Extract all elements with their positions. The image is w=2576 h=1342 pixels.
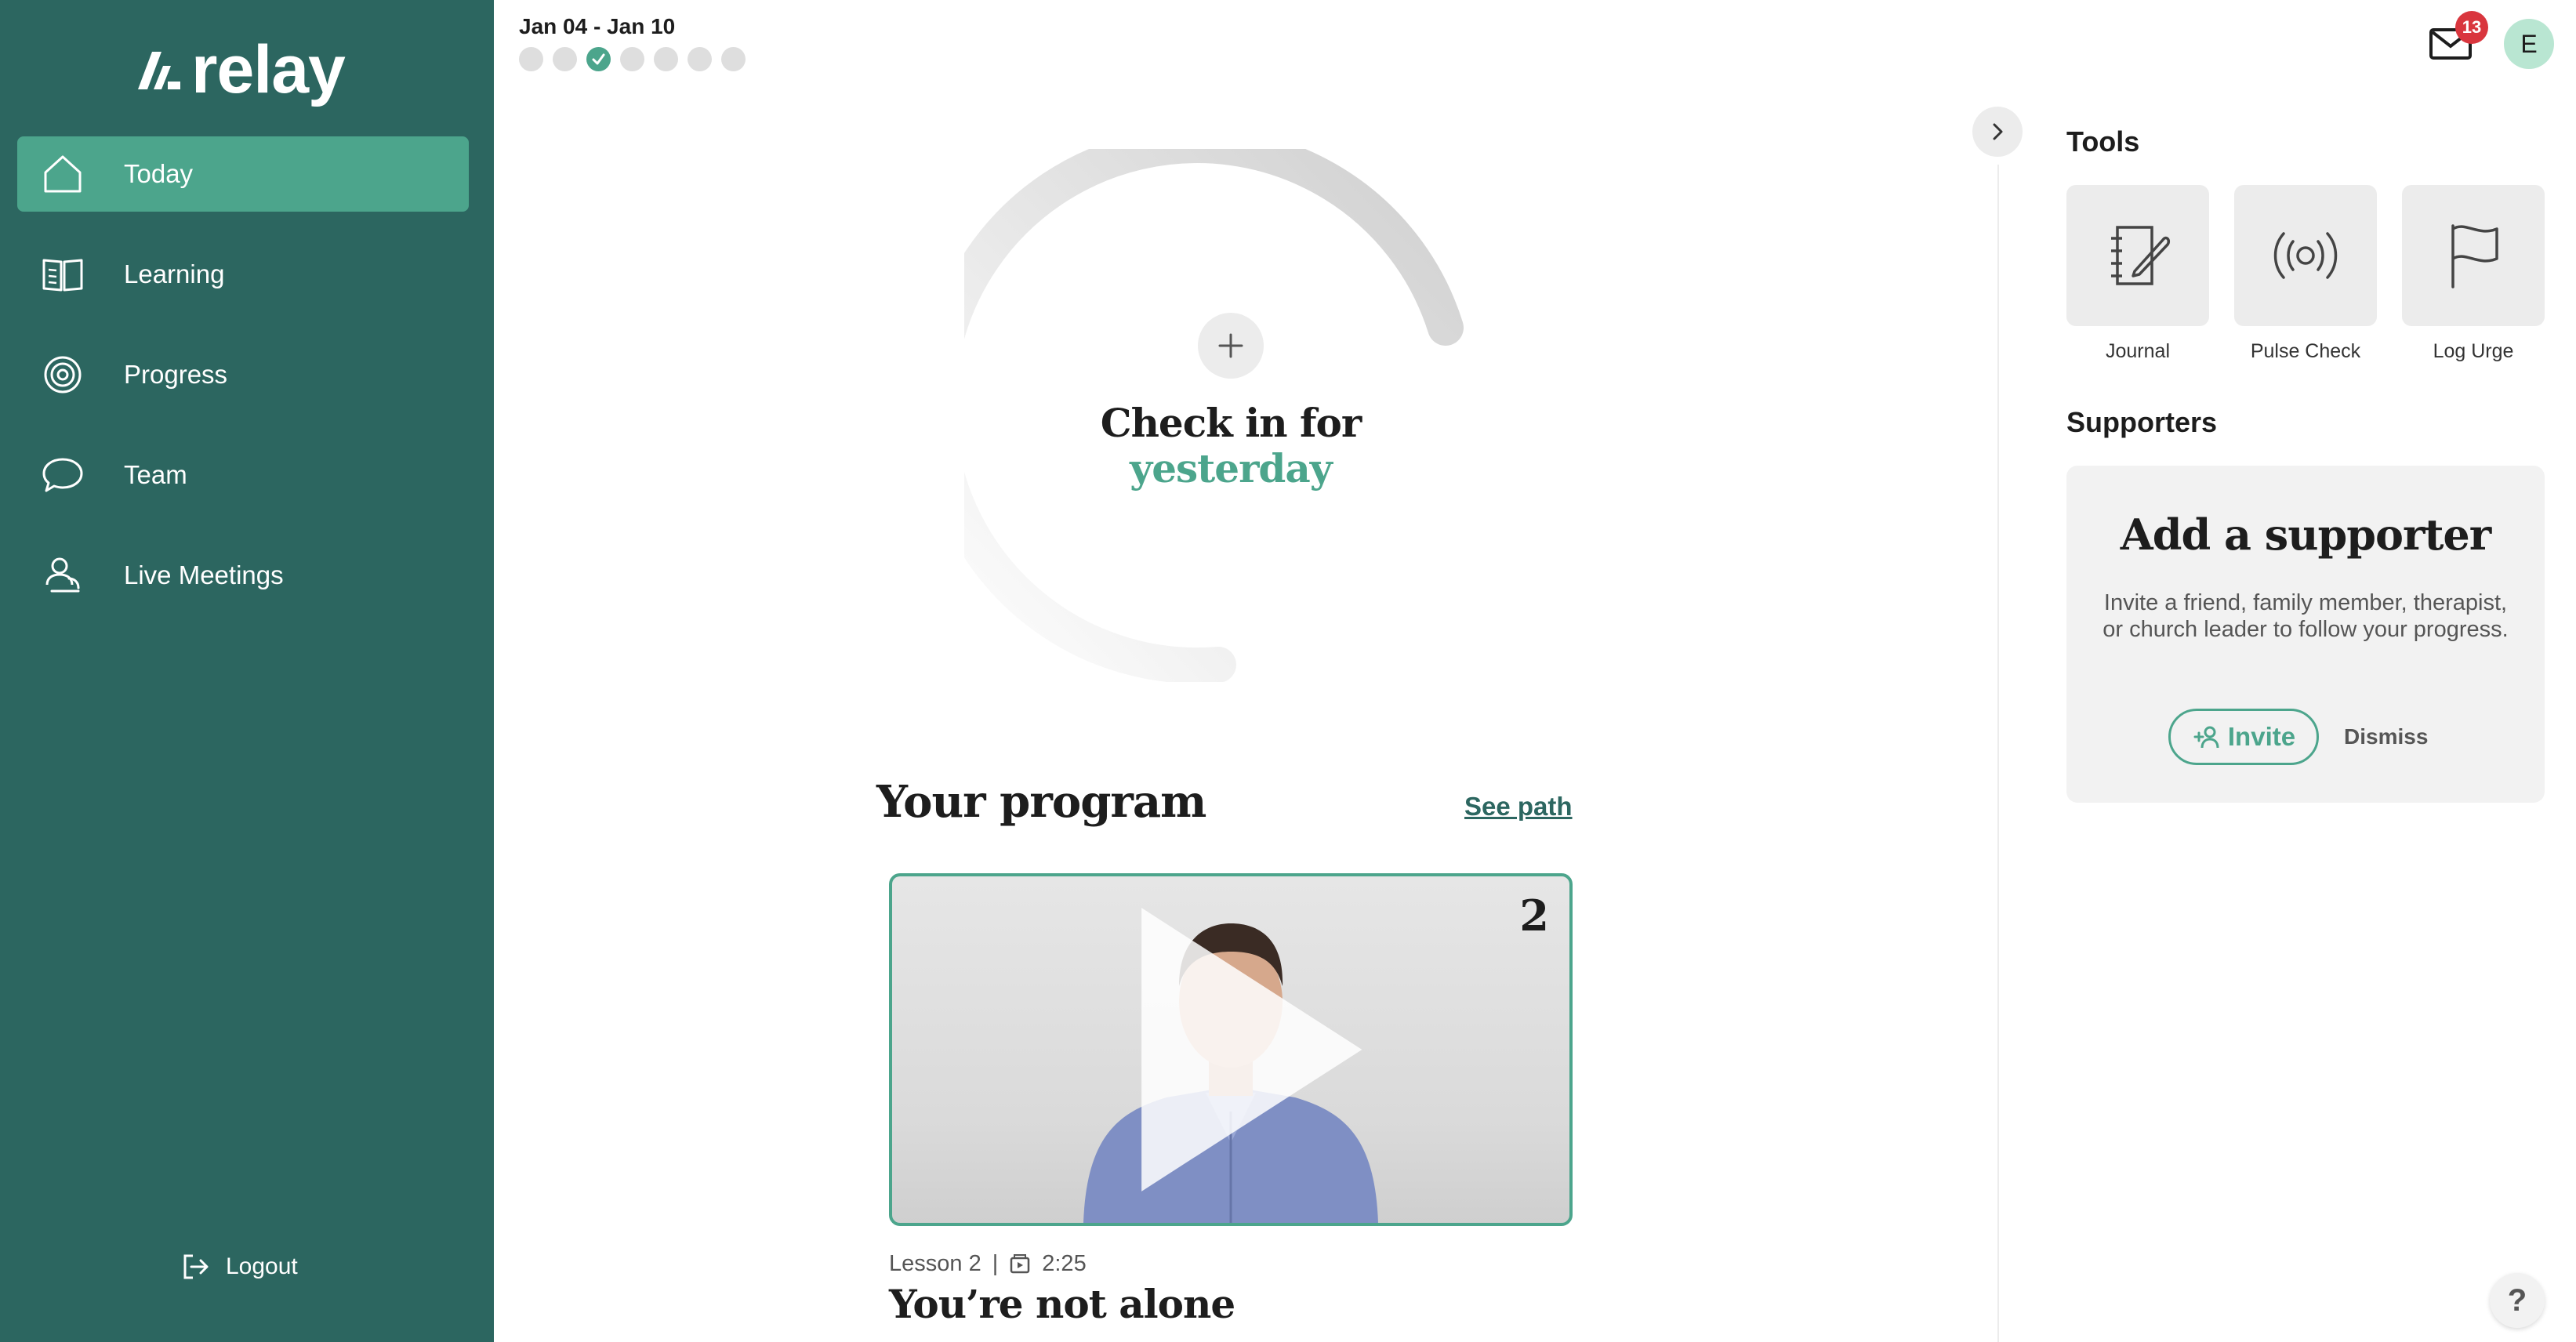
add-user-icon bbox=[2193, 726, 2219, 749]
tool-label: Journal bbox=[2106, 340, 2170, 362]
tool-log-urge[interactable]: Log Urge bbox=[2402, 185, 2545, 363]
tool-pulse-check[interactable]: Pulse Check bbox=[2234, 185, 2377, 363]
lesson-label: Lesson 2 bbox=[889, 1251, 981, 1276]
sidebar-item-today[interactable]: Today bbox=[17, 136, 469, 212]
tools-title: Tools bbox=[2066, 125, 2140, 158]
invite-label: Invite bbox=[2227, 722, 2296, 751]
chat-bubble-icon bbox=[41, 453, 85, 497]
chevron-right-icon bbox=[1993, 123, 2003, 140]
video-icon bbox=[1010, 1253, 1030, 1273]
week-day-dot[interactable] bbox=[620, 47, 644, 71]
week-day-dot[interactable] bbox=[553, 47, 577, 71]
supporters-title: Supporters bbox=[2066, 406, 2218, 438]
lesson-title[interactable]: You’re not alone bbox=[889, 1281, 1235, 1327]
dismiss-button[interactable]: Dismiss bbox=[2344, 724, 2428, 749]
sidebar-item-label: Team bbox=[124, 460, 187, 489]
logout-icon bbox=[183, 1254, 209, 1279]
program-title: Your program bbox=[876, 776, 1206, 828]
sidebar-item-team[interactable]: Team bbox=[17, 437, 469, 513]
see-path-link[interactable]: See path bbox=[1464, 792, 1573, 822]
logout-button[interactable]: Logout bbox=[180, 1251, 298, 1282]
home-icon bbox=[41, 152, 85, 196]
flag-icon bbox=[2451, 224, 2498, 288]
collapse-panel-button[interactable] bbox=[1972, 107, 2023, 157]
logo-text: relay bbox=[191, 32, 346, 107]
relay-logo-mark-icon bbox=[138, 52, 180, 89]
plus-icon bbox=[1218, 333, 1243, 358]
tool-label: Pulse Check bbox=[2250, 340, 2361, 362]
sidebar-item-label: Learning bbox=[124, 259, 225, 288]
panel-divider bbox=[1997, 165, 1999, 1342]
play-icon[interactable] bbox=[892, 876, 1569, 1223]
sidebar-item-label: Live Meetings bbox=[124, 560, 284, 589]
add-supporter-description: Invite a friend, family member, therapis… bbox=[2103, 590, 2509, 642]
sidebar: relay Today Learning Progress Team Live … bbox=[0, 0, 494, 1342]
relay-logo[interactable]: relay bbox=[135, 34, 362, 105]
add-supporter-card: Add a supporter Invite a friend, family … bbox=[2066, 466, 2545, 803]
invite-button[interactable]: Invite bbox=[2168, 709, 2319, 765]
lesson-video-card[interactable]: 2 bbox=[889, 873, 1573, 1226]
add-supporter-title: Add a supporter bbox=[2120, 510, 2491, 560]
journal-icon bbox=[2111, 226, 2171, 285]
sidebar-item-learning[interactable]: Learning bbox=[17, 237, 469, 312]
help-button[interactable]: ? bbox=[2490, 1273, 2545, 1328]
sidebar-item-live-meetings[interactable]: Live Meetings bbox=[17, 538, 469, 613]
pulse-icon bbox=[2273, 232, 2338, 279]
sidebar-item-label: Progress bbox=[124, 360, 228, 389]
logout-label: Logout bbox=[226, 1253, 298, 1279]
check-in-add-button[interactable] bbox=[1198, 313, 1264, 379]
week-range: Jan 04 - Jan 10 bbox=[519, 14, 676, 38]
lesson-meta: Lesson 2 | 2:25 bbox=[889, 1251, 1087, 1277]
notification-badge: 13 bbox=[2455, 11, 2488, 44]
week-day-dot[interactable] bbox=[721, 47, 746, 71]
week-day-dot[interactable] bbox=[688, 47, 712, 71]
week-day-indicators bbox=[519, 47, 746, 71]
check-in-day: yesterday bbox=[1130, 445, 1333, 491]
avatar[interactable]: E bbox=[2504, 19, 2554, 69]
week-day-dot[interactable] bbox=[654, 47, 678, 71]
lesson-duration: 2:25 bbox=[1042, 1251, 1087, 1276]
book-icon bbox=[41, 252, 85, 296]
sidebar-item-progress[interactable]: Progress bbox=[17, 337, 469, 412]
people-icon bbox=[41, 553, 85, 597]
tool-journal[interactable]: Journal bbox=[2066, 185, 2209, 363]
week-day-dot[interactable] bbox=[586, 47, 611, 71]
check-in-heading: Check in for bbox=[1100, 400, 1362, 446]
check-icon bbox=[592, 53, 605, 65]
target-icon bbox=[41, 353, 85, 397]
tool-label: Log Urge bbox=[2433, 340, 2514, 362]
week-day-dot[interactable] bbox=[519, 47, 543, 71]
meta-separator: | bbox=[992, 1251, 999, 1276]
sidebar-item-label: Today bbox=[124, 159, 194, 188]
